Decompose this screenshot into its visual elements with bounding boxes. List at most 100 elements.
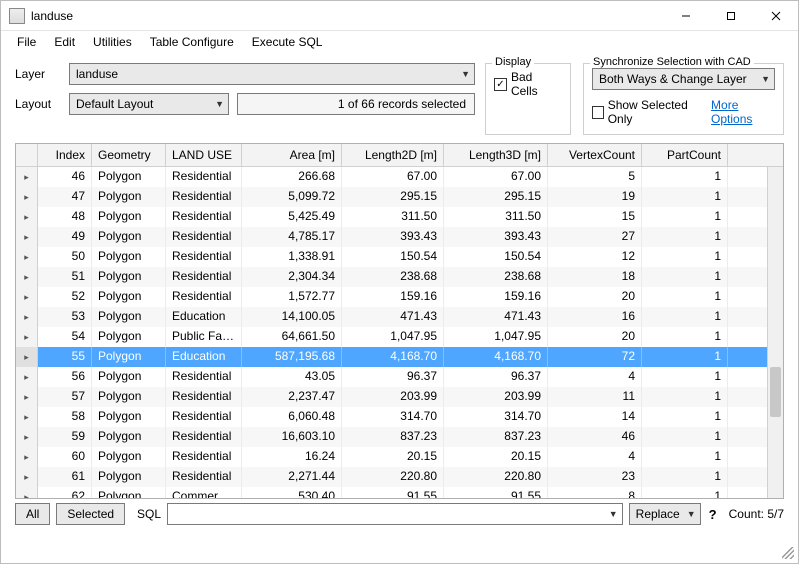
layout-combo[interactable]: Default Layout ▼	[69, 93, 229, 115]
chevron-down-icon: ▼	[761, 74, 770, 84]
row-handle[interactable]: ▸	[16, 407, 38, 427]
cell-area: 530.40	[242, 487, 342, 498]
table-row[interactable]: ▸52PolygonResidential1,572.77159.16159.1…	[16, 287, 783, 307]
minimize-button[interactable]	[663, 1, 708, 30]
display-legend: Display	[492, 56, 534, 68]
table-row[interactable]: ▸59PolygonResidential16,603.10837.23837.…	[16, 427, 783, 447]
cell-geometry: Polygon	[92, 487, 166, 498]
cell-len3d: 238.68	[444, 267, 548, 287]
table-row[interactable]: ▸58PolygonResidential6,060.48314.70314.7…	[16, 407, 783, 427]
menu-utilities[interactable]: Utilities	[85, 33, 140, 51]
selected-button[interactable]: Selected	[56, 503, 125, 525]
table-row[interactable]: ▸62PolygonCommercial530.4091.5591.5581	[16, 487, 783, 498]
cell-len3d: 314.70	[444, 407, 548, 427]
cell-len2d: 295.15	[342, 187, 444, 207]
menu-file[interactable]: File	[9, 33, 44, 51]
cell-area: 14,100.05	[242, 307, 342, 327]
col-landuse[interactable]: LAND USE	[166, 144, 242, 166]
col-len3d[interactable]: Length3D [m]	[444, 144, 548, 166]
table-row[interactable]: ▸46PolygonResidential266.6867.0067.0051	[16, 167, 783, 187]
table-row[interactable]: ▸61PolygonResidential2,271.44220.80220.8…	[16, 467, 783, 487]
cell-landuse: Residential	[166, 267, 242, 287]
row-handle[interactable]: ▸	[16, 427, 38, 447]
cell-index: 62	[38, 487, 92, 498]
row-handle[interactable]: ▸	[16, 187, 38, 207]
menu-table-configure[interactable]: Table Configure	[142, 33, 242, 51]
table-row[interactable]: ▸50PolygonResidential1,338.91150.54150.5…	[16, 247, 783, 267]
maximize-button[interactable]	[708, 1, 753, 30]
close-button[interactable]	[753, 1, 798, 30]
show-selected-only-checkbox[interactable]: Show Selected Only	[592, 98, 703, 126]
table-header: Index Geometry LAND USE Area [m] Length2…	[16, 144, 783, 167]
row-handle[interactable]: ▸	[16, 227, 38, 247]
row-handle[interactable]: ▸	[16, 487, 38, 498]
cell-pcount: 1	[642, 227, 728, 247]
table-row[interactable]: ▸54PolygonPublic Facilit...64,661.501,04…	[16, 327, 783, 347]
cell-index: 56	[38, 367, 92, 387]
cell-geometry: Polygon	[92, 247, 166, 267]
col-len2d[interactable]: Length2D [m]	[342, 144, 444, 166]
layer-combo[interactable]: landuse ▼	[69, 63, 475, 85]
row-handle[interactable]: ▸	[16, 467, 38, 487]
row-handle[interactable]: ▸	[16, 447, 38, 467]
row-handle[interactable]: ▸	[16, 247, 38, 267]
cell-geometry: Polygon	[92, 447, 166, 467]
table-row[interactable]: ▸53PolygonEducation14,100.05471.43471.43…	[16, 307, 783, 327]
row-handle[interactable]: ▸	[16, 287, 38, 307]
menu-edit[interactable]: Edit	[46, 33, 83, 51]
cell-pcount: 1	[642, 207, 728, 227]
table-row[interactable]: ▸49PolygonResidential4,785.17393.43393.4…	[16, 227, 783, 247]
layout-label: Layout	[15, 97, 63, 111]
sql-input[interactable]: ▼	[167, 503, 623, 525]
row-handle[interactable]: ▸	[16, 367, 38, 387]
table-row[interactable]: ▸48PolygonResidential5,425.49311.50311.5…	[16, 207, 783, 227]
col-area[interactable]: Area [m]	[242, 144, 342, 166]
chevron-down-icon: ▼	[215, 99, 224, 109]
cell-area: 5,425.49	[242, 207, 342, 227]
cell-landuse: Residential	[166, 207, 242, 227]
cell-len2d: 314.70	[342, 407, 444, 427]
table-row[interactable]: ▸56PolygonResidential43.0596.3796.3741	[16, 367, 783, 387]
more-options-link[interactable]: More Options	[711, 98, 775, 126]
cell-index: 48	[38, 207, 92, 227]
vertical-scrollbar[interactable]	[767, 167, 783, 498]
row-handle[interactable]: ▸	[16, 307, 38, 327]
menu-execute-sql[interactable]: Execute SQL	[244, 33, 331, 51]
table-row[interactable]: ▸55PolygonEducation587,195.684,168.704,1…	[16, 347, 783, 367]
row-handle[interactable]: ▸	[16, 167, 38, 187]
all-button[interactable]: All	[15, 503, 50, 525]
col-vcount[interactable]: VertexCount	[548, 144, 642, 166]
table-row[interactable]: ▸60PolygonResidential16.2420.1520.1541	[16, 447, 783, 467]
row-handle[interactable]: ▸	[16, 207, 38, 227]
cell-index: 49	[38, 227, 92, 247]
table-row[interactable]: ▸51PolygonResidential2,304.34238.68238.6…	[16, 267, 783, 287]
cell-len3d: 150.54	[444, 247, 548, 267]
show-selected-only-label: Show Selected Only	[608, 98, 703, 126]
scrollbar-thumb[interactable]	[770, 367, 781, 417]
bad-cells-checkbox[interactable]: ✓ Bad Cells	[494, 70, 562, 98]
col-pcount[interactable]: PartCount	[642, 144, 728, 166]
checkbox-icon	[592, 106, 604, 119]
row-handle[interactable]: ▸	[16, 267, 38, 287]
sql-label: SQL	[137, 507, 161, 521]
cell-landuse: Residential	[166, 467, 242, 487]
cell-pcount: 1	[642, 467, 728, 487]
col-geometry[interactable]: Geometry	[92, 144, 166, 166]
row-handle[interactable]: ▸	[16, 327, 38, 347]
col-index[interactable]: Index	[38, 144, 92, 166]
replace-combo[interactable]: Replace ▼	[629, 503, 701, 525]
row-handle[interactable]: ▸	[16, 347, 38, 367]
help-icon[interactable]: ?	[707, 507, 719, 522]
cell-vcount: 15	[548, 207, 642, 227]
cell-len2d: 91.55	[342, 487, 444, 498]
bad-cells-label: Bad Cells	[511, 70, 562, 98]
table-row[interactable]: ▸57PolygonResidential2,237.47203.99203.9…	[16, 387, 783, 407]
cell-index: 61	[38, 467, 92, 487]
table-row[interactable]: ▸47PolygonResidential5,099.72295.15295.1…	[16, 187, 783, 207]
resize-grip-icon[interactable]	[782, 547, 794, 559]
cell-vcount: 4	[548, 447, 642, 467]
row-handle[interactable]: ▸	[16, 387, 38, 407]
sync-combo[interactable]: Both Ways & Change Layer ▼	[592, 68, 775, 90]
cell-len3d: 295.15	[444, 187, 548, 207]
cell-len2d: 220.80	[342, 467, 444, 487]
